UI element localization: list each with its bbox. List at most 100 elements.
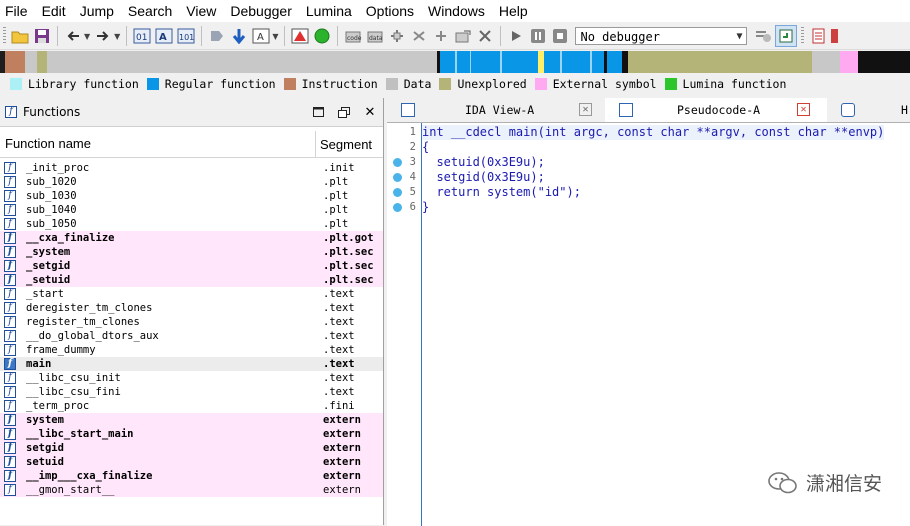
function-name: sub_1020 — [26, 176, 77, 188]
function-row[interactable]: f __imp___cxa_finalize extern — [0, 469, 383, 483]
function-row[interactable]: f register_tm_clones .text — [0, 315, 383, 329]
create-enum-icon[interactable] — [409, 26, 429, 46]
back-dropdown-icon[interactable]: ▼ — [84, 32, 90, 41]
menu-windows[interactable]: Windows — [421, 0, 492, 22]
stop-icon[interactable] — [550, 26, 570, 46]
create-struct-icon[interactable] — [387, 26, 407, 46]
attach-process-icon[interactable] — [775, 25, 798, 47]
code-line[interactable]: setuid(0x3E9u); — [422, 155, 544, 170]
function-row[interactable]: f _setuid .plt.sec — [0, 273, 383, 287]
toolbar-grip[interactable] — [801, 27, 805, 45]
pause-icon[interactable] — [528, 26, 548, 46]
menu-search[interactable]: Search — [121, 0, 179, 22]
open-folder-icon[interactable] — [10, 26, 30, 46]
function-row[interactable]: f sub_1050 .plt — [0, 217, 383, 231]
code-line[interactable]: setgid(0x3E9u); — [422, 170, 544, 185]
function-icon: f — [4, 442, 16, 454]
breakpoint-dot-icon[interactable] — [393, 188, 402, 197]
column-header-segment[interactable]: Segment — [316, 137, 372, 152]
function-row[interactable]: f setuid extern — [0, 455, 383, 469]
svg-text:101: 101 — [179, 33, 194, 42]
add-segment-icon[interactable] — [431, 26, 451, 46]
function-row[interactable]: f _start .text — [0, 287, 383, 301]
function-row[interactable]: f _setgid .plt.sec — [0, 259, 383, 273]
menu-file[interactable]: File — [0, 0, 35, 22]
code-line[interactable]: } — [422, 200, 429, 215]
nav-band-segment — [37, 51, 47, 73]
function-row[interactable]: f __libc_csu_init .text — [0, 371, 383, 385]
function-row[interactable]: f frame_dummy .text — [0, 343, 383, 357]
function-row[interactable]: f system extern — [0, 413, 383, 427]
menu-view[interactable]: View — [179, 0, 223, 22]
float-window-icon[interactable] — [335, 103, 353, 121]
text-format-icon[interactable]: A — [251, 26, 271, 46]
jump-down-icon[interactable] — [229, 26, 249, 46]
wechat-icon — [768, 471, 797, 493]
forward-dropdown-icon[interactable]: ▼ — [114, 32, 120, 41]
debugger-options-icon[interactable] — [753, 26, 773, 46]
notepad-icon[interactable] — [808, 26, 828, 46]
back-arrow-icon[interactable] — [63, 26, 83, 46]
forward-arrow-icon[interactable] — [93, 26, 113, 46]
tab-pseudocode-a[interactable]: Pseudocode-A ✕ — [605, 98, 827, 122]
navigation-band[interactable] — [0, 51, 910, 73]
menu-options[interactable]: Options — [359, 0, 421, 22]
column-header-function-name[interactable]: Function name — [0, 131, 316, 157]
save-icon[interactable] — [32, 26, 52, 46]
functions-list[interactable]: f _init_proc .init f sub_1020 .plt f sub_1030 .p… — [0, 161, 383, 497]
play-icon[interactable] — [506, 26, 526, 46]
function-segment: extern — [323, 414, 361, 426]
function-row[interactable]: f _system .plt.sec — [0, 245, 383, 259]
immediate-search-icon[interactable]: 101 — [176, 26, 196, 46]
debugger-select[interactable]: No debugger ▼ — [575, 27, 748, 45]
function-row[interactable]: f _init_proc .init — [0, 161, 383, 175]
function-icon: f — [4, 456, 16, 468]
create-code-icon[interactable]: code — [343, 26, 363, 46]
function-row[interactable]: f __cxa_finalize .plt.got — [0, 231, 383, 245]
create-data-icon[interactable]: data — [365, 26, 385, 46]
menu-edit[interactable]: Edit — [35, 0, 73, 22]
close-icon[interactable]: ✕ — [579, 103, 592, 116]
delete-icon[interactable] — [475, 26, 495, 46]
close-icon[interactable]: ✕ — [361, 103, 379, 121]
search-next-icon[interactable] — [207, 26, 227, 46]
close-icon[interactable]: ✕ — [797, 103, 810, 116]
menu-help[interactable]: Help — [492, 0, 535, 22]
function-segment: .plt.sec — [323, 246, 374, 258]
menu-lumina[interactable]: Lumina — [299, 0, 359, 22]
warning-icon[interactable] — [290, 26, 310, 46]
function-row[interactable]: f __do_global_dtors_aux .text — [0, 329, 383, 343]
breakpoint-dot-icon[interactable] — [393, 158, 402, 167]
toolbar-grip[interactable] — [3, 27, 6, 45]
breakpoint-dot-icon[interactable] — [393, 203, 402, 212]
function-row[interactable]: f __libc_csu_fini .text — [0, 385, 383, 399]
code-line[interactable]: { — [422, 140, 429, 155]
function-row[interactable]: f __libc_start_main extern — [0, 427, 383, 441]
function-row[interactable]: f __gmon_start__ extern — [0, 483, 383, 497]
tab-hex-view[interactable]: H — [827, 98, 910, 122]
menu-jump[interactable]: Jump — [73, 0, 121, 22]
breakpoint-dot-icon[interactable] — [393, 173, 402, 182]
edit-function-icon[interactable] — [453, 26, 473, 46]
function-row[interactable]: f _term_proc .fini — [0, 399, 383, 413]
function-row[interactable]: f sub_1030 .plt — [0, 189, 383, 203]
svg-text:code: code — [347, 35, 362, 42]
code-line[interactable]: return system("id"); — [422, 185, 581, 200]
text-format-dropdown-icon[interactable]: ▼ — [272, 32, 278, 41]
text-search-icon[interactable]: A — [154, 26, 174, 46]
function-segment: .plt — [323, 176, 349, 188]
function-icon: f — [4, 288, 16, 300]
function-row[interactable]: f main .text — [0, 357, 383, 371]
function-row[interactable]: f deregister_tm_clones .text — [0, 301, 383, 315]
pseudocode-view[interactable]: 1 2 3 4 5 6 int __cdecl main(int argc, const … — [387, 122, 910, 526]
function-row[interactable]: f setgid extern — [0, 441, 383, 455]
maximize-icon[interactable] — [309, 103, 327, 121]
function-row[interactable]: f sub_1040 .plt — [0, 203, 383, 217]
green-circle-icon[interactable] — [312, 26, 332, 46]
calculator-icon[interactable] — [830, 26, 839, 46]
code-line[interactable]: int __cdecl main(int argc, const char **… — [422, 125, 885, 140]
menu-debugger[interactable]: Debugger — [223, 0, 299, 22]
function-row[interactable]: f sub_1020 .plt — [0, 175, 383, 189]
binary-search-icon[interactable]: 01 — [132, 26, 152, 46]
tab-ida-view-a[interactable]: IDA View-A ✕ — [387, 98, 605, 122]
